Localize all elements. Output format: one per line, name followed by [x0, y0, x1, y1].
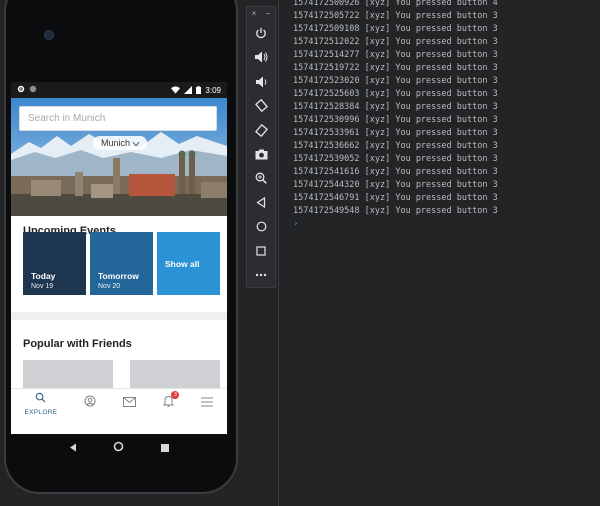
menu-icon [201, 394, 214, 412]
log-line: 1574172512022 [xyz] You pressed button 3 [293, 37, 498, 47]
log-line: 1574172546791 [xyz] You pressed button 3 [293, 193, 498, 203]
rotate-left-icon [254, 99, 268, 113]
volume-down-button[interactable] [247, 70, 275, 93]
event-card-today[interactable]: Today Nov 19 [23, 232, 86, 295]
log-line: 1574172530996 [xyz] You pressed button 3 [293, 115, 498, 125]
log-line: 1574172541616 [xyz] You pressed button 3 [293, 167, 498, 177]
zoom-button[interactable] [247, 167, 275, 190]
log-line: 1574172514277 [xyz] You pressed button 3 [293, 50, 498, 60]
back-button[interactable] [247, 191, 275, 214]
close-button[interactable]: × [252, 9, 257, 18]
overview-icon[interactable] [160, 439, 169, 457]
upcoming-events-cards: Today Nov 19 Tomorrow Nov 20 Show all [23, 232, 220, 295]
front-camera [44, 30, 54, 40]
battery-icon [196, 86, 202, 94]
event-card-date: Nov 19 [31, 283, 54, 290]
city-hero-image: Search in Munich Munich [11, 98, 227, 216]
log-line: 1574172509108 [xyz] You pressed button 3 [293, 24, 498, 34]
back-icon [256, 197, 266, 209]
log-line: 1574172533961 [xyz] You pressed button 3 [293, 128, 498, 138]
nav-explore-label: EXPLORE [24, 409, 58, 416]
overview-button[interactable] [247, 240, 275, 263]
log-lines: 1574172500926 [xyz] You pressed button 4… [293, 0, 600, 218]
console-prompt[interactable]: › [293, 219, 600, 229]
volume-up-icon [254, 51, 268, 63]
nav-explore[interactable]: EXPLORE [25, 390, 58, 416]
nav-messages[interactable] [123, 394, 137, 412]
toolbar-window-controls: × − [247, 7, 275, 21]
screenshot-button[interactable] [247, 143, 275, 166]
log-line: 1574172539052 [xyz] You pressed button 3 [293, 154, 498, 164]
console-log-panel[interactable]: 1574172500926 [xyz] You pressed button 4… [278, 0, 600, 506]
log-line: 1574172536662 [xyz] You pressed button 3 [293, 141, 498, 151]
status-bar: 3:09 [11, 82, 227, 98]
status-time: 3:09 [205, 85, 221, 95]
mail-icon [123, 394, 137, 412]
log-line: 1574172528384 [xyz] You pressed button 3 [293, 102, 498, 112]
home-button[interactable] [247, 215, 275, 238]
section-divider [11, 312, 227, 320]
android-navigation-bar [11, 434, 227, 462]
volume-down-icon [255, 76, 267, 88]
search-icon [35, 390, 46, 408]
nav-profile[interactable] [84, 394, 96, 412]
popular-with-friends-heading: Popular with Friends [23, 338, 132, 350]
notification-dot-icon [29, 85, 37, 95]
power-icon [255, 27, 267, 39]
event-card-show-all[interactable]: Show all [157, 232, 220, 295]
nav-menu[interactable] [201, 394, 214, 412]
rotate-left-button[interactable] [247, 94, 275, 117]
settings-icon [17, 85, 25, 95]
rotate-right-icon [254, 123, 268, 137]
log-line: 1574172523020 [xyz] You pressed button 3 [293, 76, 498, 86]
app-screen: 3:09 Search in Munich Munich Upcoming Ev… [11, 82, 227, 434]
city-selector-label: Munich [101, 138, 131, 148]
event-card-label: Today [31, 271, 56, 281]
rotate-right-button[interactable] [247, 118, 275, 141]
more-button[interactable] [247, 264, 275, 287]
log-line: 1574172500926 [xyz] You pressed button 4 [293, 0, 498, 8]
log-line: 1574172549548 [xyz] You pressed button 3 [293, 206, 498, 216]
city-selector[interactable]: Munich [93, 136, 148, 150]
log-line: 1574172505722 [xyz] You pressed button 3 [293, 11, 498, 21]
zoom-icon [255, 172, 267, 185]
more-icon [255, 273, 267, 277]
event-card-tomorrow[interactable]: Tomorrow Nov 20 [90, 232, 153, 295]
event-card-label: Show all [165, 258, 200, 269]
event-card-label: Tomorrow [98, 271, 139, 281]
event-card-date: Nov 20 [98, 283, 121, 290]
wifi-icon [171, 86, 181, 94]
overview-icon [256, 246, 266, 256]
notification-badge: 3 [171, 391, 180, 399]
bottom-navigation: EXPLORE 3 [11, 388, 227, 417]
volume-up-button[interactable] [247, 46, 275, 69]
log-line: 1574172525603 [xyz] You pressed button 3 [293, 89, 498, 99]
chevron-down-icon [132, 138, 140, 148]
power-button[interactable] [247, 22, 275, 45]
user-icon [84, 394, 96, 412]
signal-icon [184, 86, 193, 94]
log-line: 1574172544320 [xyz] You pressed button 3 [293, 180, 498, 190]
nav-notifications[interactable]: 3 [163, 391, 180, 412]
search-input[interactable]: Search in Munich [19, 106, 217, 131]
log-line: 1574172519722 [xyz] You pressed button 3 [293, 63, 498, 73]
camera-icon [255, 149, 268, 160]
minimize-button[interactable]: − [266, 9, 271, 18]
home-icon [256, 221, 267, 232]
back-icon[interactable] [69, 439, 77, 457]
emulator-toolbar: × − [246, 6, 276, 288]
home-icon[interactable] [113, 439, 124, 457]
